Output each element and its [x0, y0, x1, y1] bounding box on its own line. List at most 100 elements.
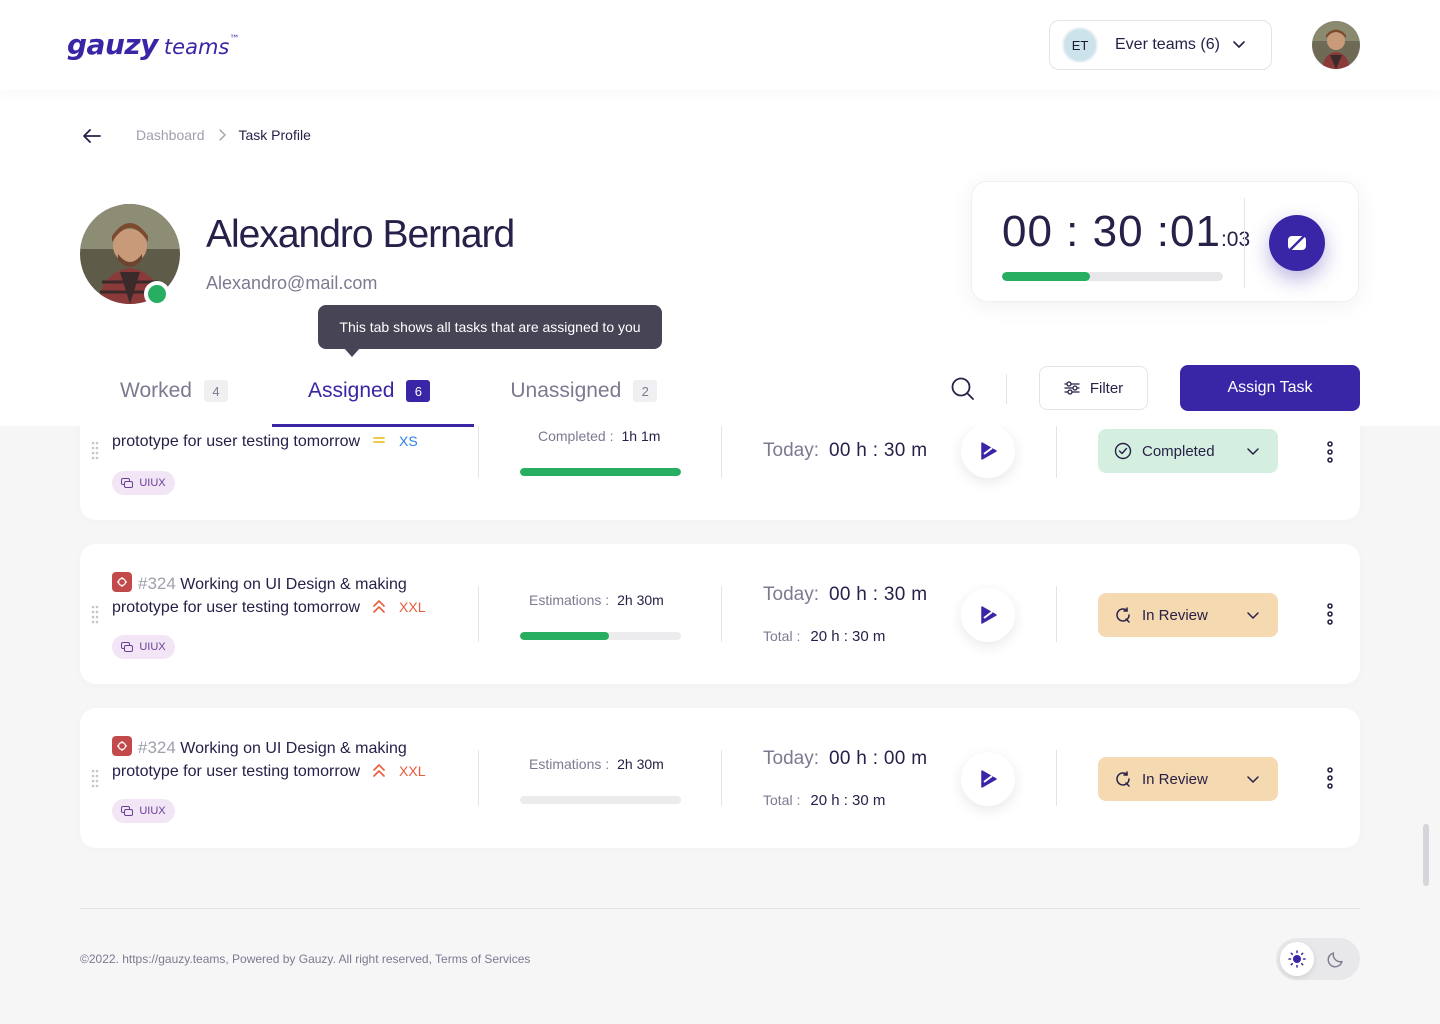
- task-tabs: Worked 4 Assigned 6 Unassigned 2: [120, 378, 658, 404]
- task-card: #324 Working on UI Design & making proto…: [80, 708, 1360, 848]
- play-icon: [981, 606, 997, 624]
- column-divider: [1056, 422, 1057, 478]
- task-title[interactable]: #324 Working on UI Design & making proto…: [112, 572, 452, 619]
- today-value: 00 h : 30 m: [828, 584, 928, 605]
- task-title-line: prototype for user testing tomorrow: [112, 433, 361, 450]
- column-divider: [721, 422, 722, 478]
- breadcrumb-dashboard[interactable]: Dashboard: [136, 127, 205, 143]
- total-time: Total :20 h : 30 m: [763, 792, 886, 809]
- estimation-value: 2h 30m: [617, 592, 664, 608]
- review-icon: [1116, 771, 1130, 787]
- top-nav: gauzy teams ™ ET Ever teams (6): [0, 0, 1440, 90]
- column-divider: [1056, 586, 1057, 642]
- task-tag-label: UIUX: [139, 805, 166, 817]
- start-timer-button[interactable]: [961, 752, 1015, 806]
- column-divider: [721, 750, 722, 806]
- column-divider: [721, 586, 722, 642]
- priority-high-icon: [372, 764, 385, 777]
- tag-icon: [121, 642, 134, 652]
- timer-card: 00 : 30 :01:03: [971, 181, 1359, 302]
- task-tag[interactable]: UIUX: [112, 635, 175, 659]
- estimation-progress-bar: [520, 632, 681, 640]
- team-label: Ever teams (6): [1115, 36, 1220, 53]
- timer-display: 00 : 30 :01:03: [1002, 207, 1250, 257]
- user-avatar[interactable]: [1312, 21, 1360, 69]
- status-dropdown[interactable]: Completed: [1098, 429, 1278, 473]
- play-icon: [981, 442, 997, 460]
- task-tag[interactable]: UIUX: [112, 799, 175, 823]
- status-dropdown[interactable]: In Review: [1098, 757, 1278, 801]
- today-time: Today: 00 h : 30 m: [763, 584, 928, 605]
- tab-label: Unassigned: [510, 379, 622, 402]
- scrollbar-thumb[interactable]: [1423, 824, 1429, 886]
- brand-product: teams: [163, 35, 230, 59]
- today-value: 00 h : 00 m: [828, 748, 928, 769]
- theme-toggle: [1276, 938, 1360, 980]
- light-mode-button[interactable]: [1280, 942, 1314, 976]
- task-title-line: Working on UI Design & making: [180, 576, 407, 593]
- tab-worked[interactable]: Worked 4: [120, 378, 228, 404]
- task-tag-label: UIUX: [139, 641, 166, 653]
- chevron-down-icon: [1247, 448, 1259, 455]
- status-dropdown[interactable]: In Review: [1098, 593, 1278, 637]
- task-size: XXL: [399, 599, 426, 615]
- status-label: Completed: [1142, 442, 1215, 460]
- column-divider: [478, 422, 479, 478]
- tab-unassigned[interactable]: Unassigned 2: [510, 378, 658, 404]
- estimation-label: Estimations :2h 30m: [529, 756, 664, 772]
- estimation-label: Estimations :2h 30m: [529, 592, 664, 608]
- tooltip-arrow: [344, 348, 360, 357]
- assigned-tab-tooltip: This tab shows all tasks that are assign…: [318, 305, 662, 349]
- drag-handle-icon[interactable]: [90, 604, 100, 624]
- chevron-down-icon: [1247, 776, 1259, 783]
- total-value: 20 h : 30 m: [810, 628, 886, 645]
- avatar-photo-icon: [1312, 21, 1360, 69]
- start-timer-button[interactable]: [961, 424, 1015, 478]
- filter-button[interactable]: Filter: [1039, 366, 1148, 410]
- task-size: XS: [399, 433, 418, 449]
- chevron-down-icon: [1233, 41, 1245, 48]
- priority-high-icon: [372, 600, 385, 613]
- more-options-icon[interactable]: [1325, 766, 1335, 790]
- filter-icon: [1064, 381, 1080, 395]
- start-timer-button[interactable]: [961, 588, 1015, 642]
- team-selector[interactable]: ET Ever teams (6): [1049, 20, 1272, 70]
- task-title-line: Working on UI Design & making: [180, 740, 407, 757]
- task-title[interactable]: prototype for user testing tomorrow XS: [112, 430, 452, 453]
- today-value: 00 h : 30 m: [828, 440, 928, 461]
- estimation-progress-bar: [520, 468, 681, 476]
- brand-tm: ™: [229, 34, 240, 45]
- footer-text: ©2022. https://gauzy.teams, Powered by G…: [80, 952, 531, 966]
- assign-task-button[interactable]: Assign Task: [1180, 365, 1360, 411]
- task-title[interactable]: #324 Working on UI Design & making proto…: [112, 736, 452, 783]
- status-label: In Review: [1142, 770, 1208, 788]
- total-value: 20 h : 30 m: [810, 792, 886, 809]
- tab-label: Worked: [120, 379, 192, 402]
- more-options-icon[interactable]: [1325, 602, 1335, 626]
- column-divider: [1056, 750, 1057, 806]
- team-avatar: ET: [1062, 27, 1098, 63]
- active-tab-underline: [272, 424, 474, 427]
- drag-handle-icon[interactable]: [90, 440, 100, 460]
- task-id: #324: [138, 738, 176, 757]
- drag-handle-icon[interactable]: [90, 768, 100, 788]
- filter-label: Filter: [1089, 379, 1124, 397]
- profile-name: Alexandro Bernard: [206, 213, 515, 256]
- tab-count: 4: [203, 380, 228, 402]
- tab-count: 6: [406, 380, 431, 402]
- today-time: Today: 00 h : 00 m: [763, 748, 928, 769]
- moon-icon: [1327, 952, 1343, 968]
- estimation-label: Completed :1h 1m: [538, 428, 661, 444]
- search-icon[interactable]: [950, 376, 976, 402]
- more-options-icon[interactable]: [1325, 440, 1335, 464]
- profile-email: Alexandro@mail.com: [206, 273, 378, 293]
- timer-stop-button[interactable]: [1269, 215, 1325, 271]
- tab-assigned[interactable]: Assigned 6: [308, 378, 431, 404]
- bug-icon: [112, 736, 132, 756]
- brand-logo[interactable]: gauzy teams ™: [67, 28, 239, 61]
- back-arrow-icon[interactable]: [80, 124, 104, 148]
- bug-icon: [112, 572, 132, 592]
- dark-mode-button[interactable]: [1324, 947, 1348, 971]
- timer-ms: :03: [1220, 228, 1251, 251]
- task-tag[interactable]: UIUX: [112, 471, 175, 495]
